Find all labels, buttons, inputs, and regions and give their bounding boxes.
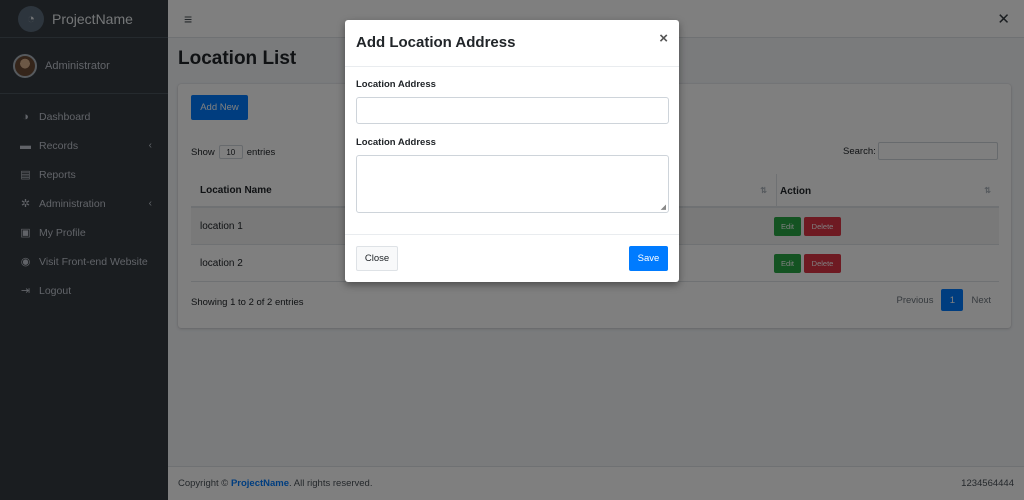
location-address-label-2: Location Address [356, 137, 436, 148]
save-button[interactable]: Save [629, 246, 668, 271]
resize-grip-icon[interactable]: ◢ [661, 203, 666, 211]
location-address-textarea[interactable]: ◢ [356, 155, 669, 213]
location-address-input[interactable] [356, 97, 669, 124]
location-address-label: Location Address [356, 79, 436, 90]
add-location-modal: Add Location Address × Location Address … [345, 20, 679, 282]
close-icon[interactable]: × [659, 30, 668, 47]
modal-header: Add Location Address × [345, 20, 679, 67]
modal-footer: Close Save [345, 234, 679, 282]
close-button[interactable]: Close [356, 246, 398, 271]
modal-title: Add Location Address [356, 34, 516, 51]
